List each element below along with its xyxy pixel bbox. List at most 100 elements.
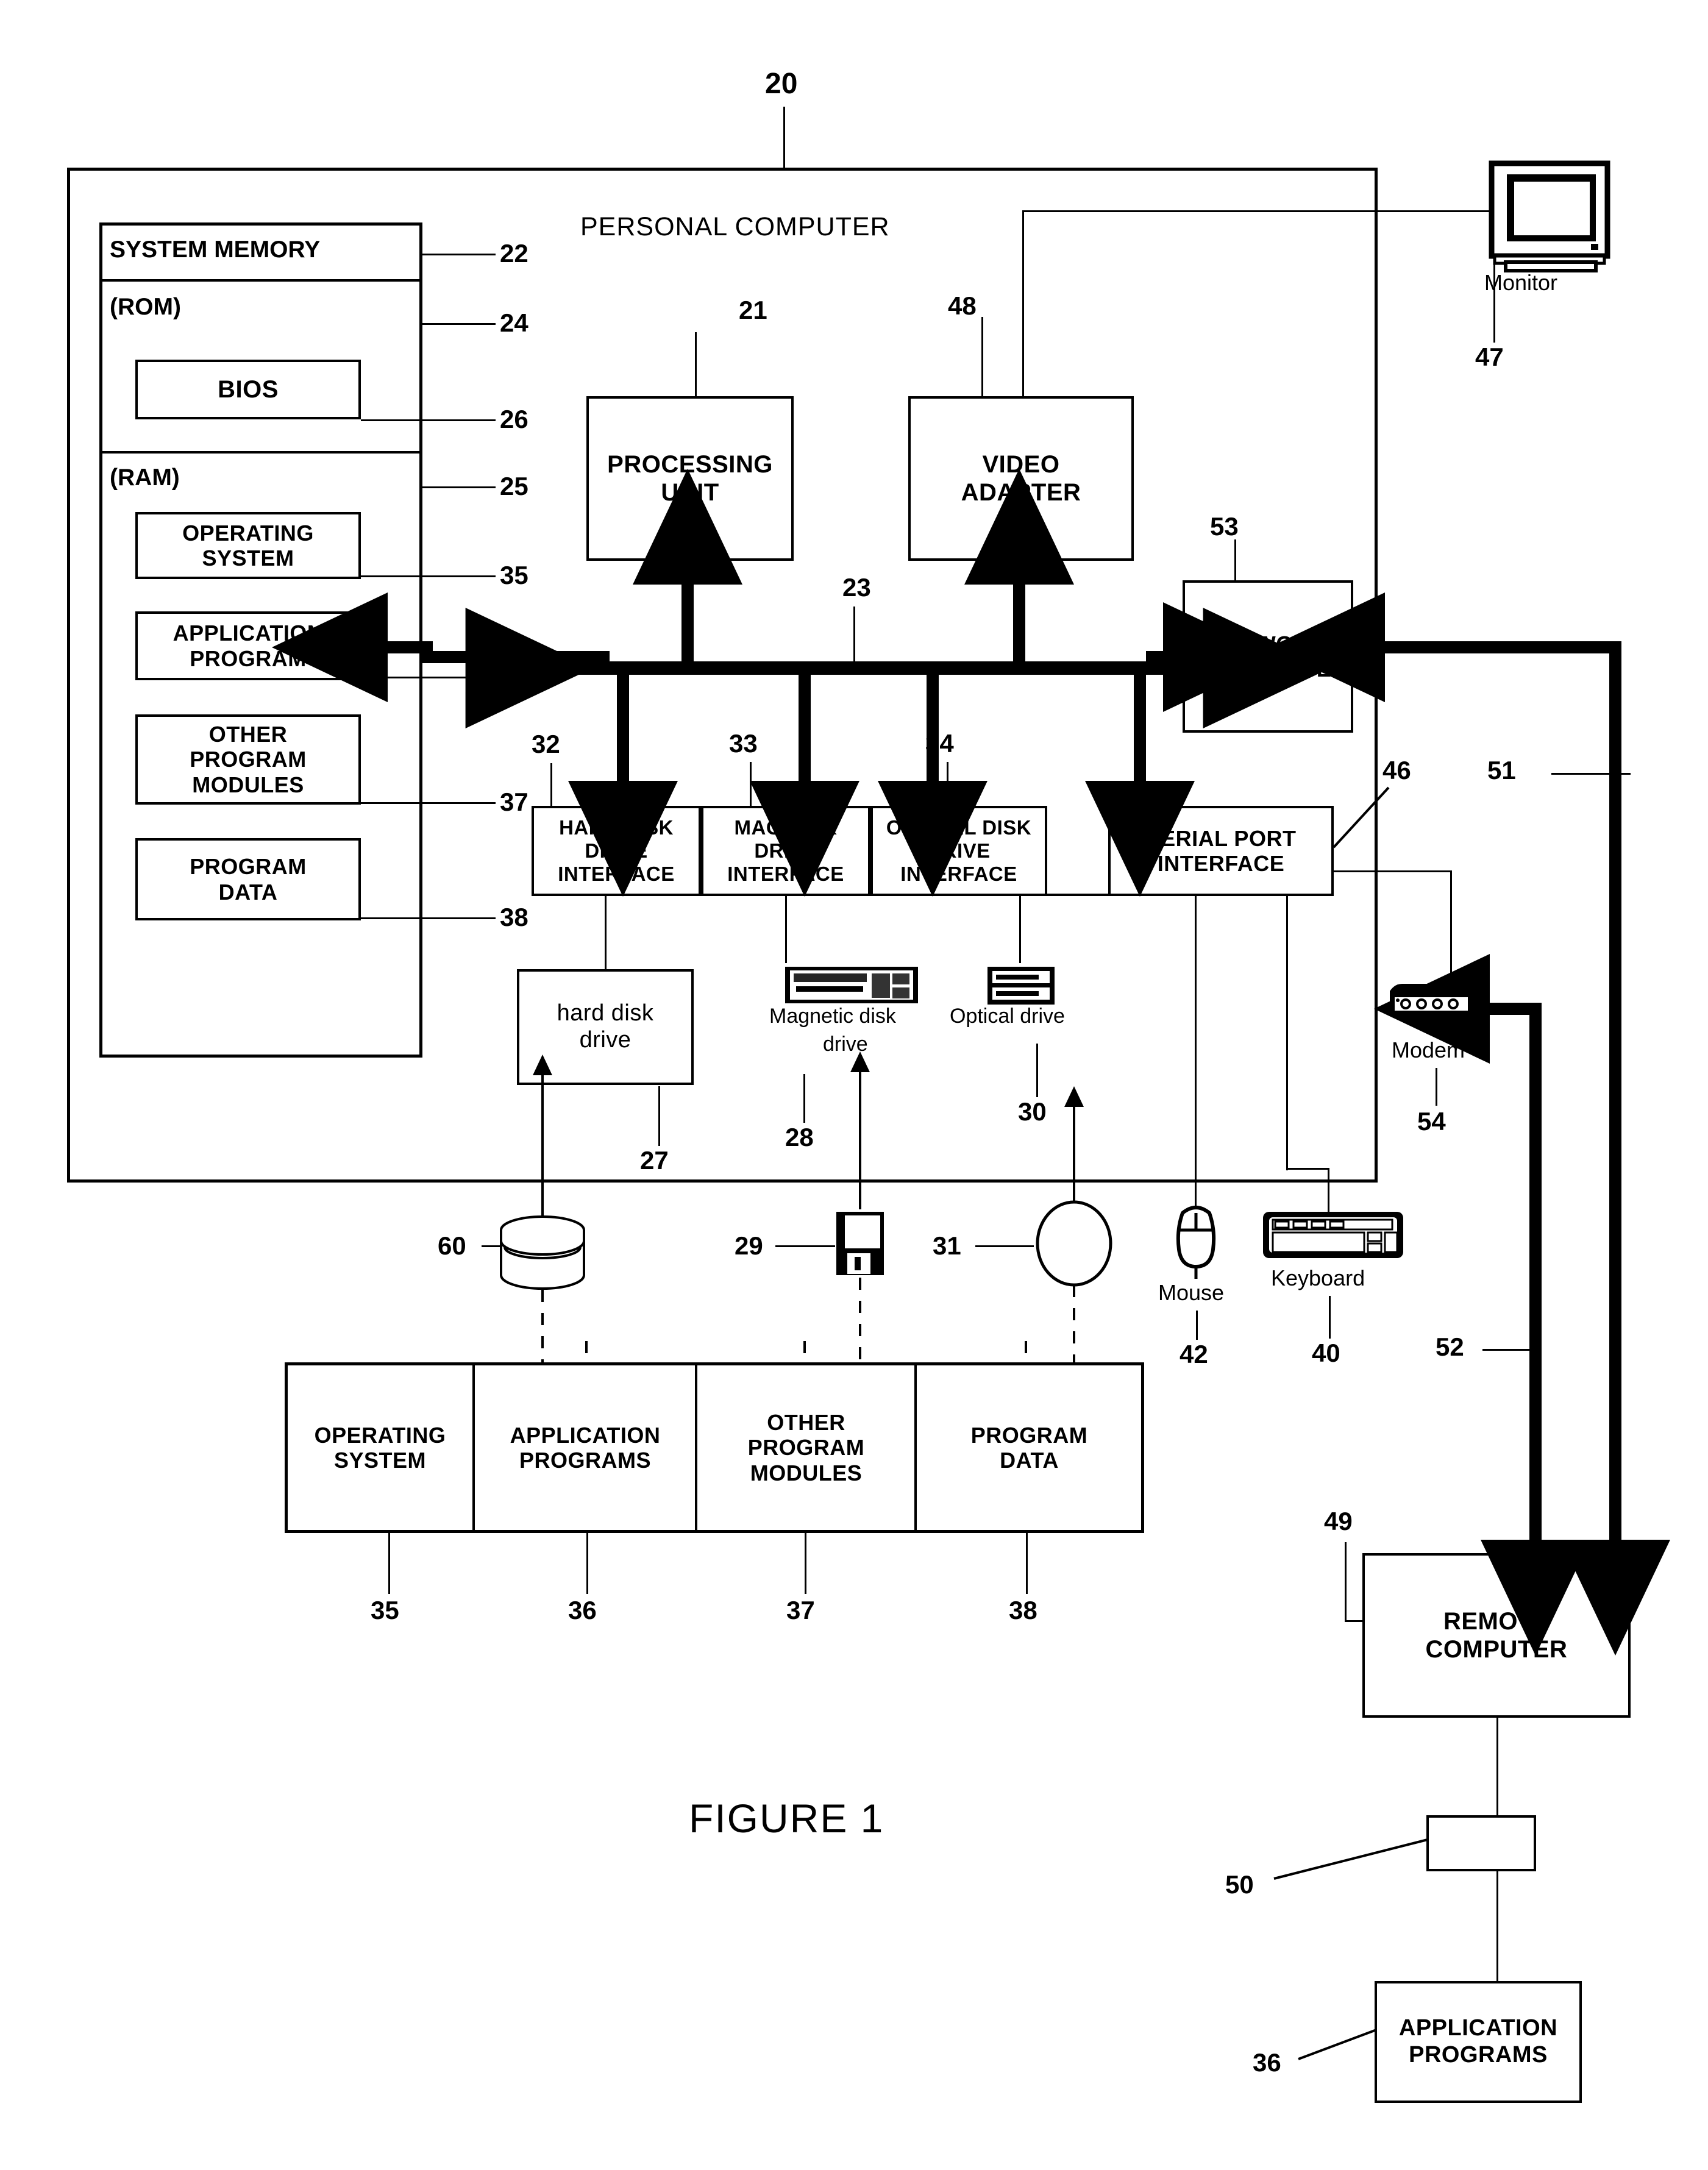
wan-link-to-network-interface <box>1269 592 1621 702</box>
leader-36-storage <box>586 1533 588 1594</box>
leader-35-storage <box>388 1533 390 1594</box>
leader-line-system-20 <box>783 107 785 169</box>
serial-to-modem-wire-v <box>1450 870 1452 992</box>
remote-application-programs-box: APPLICATION PROGRAMS <box>1375 1981 1582 2103</box>
lan-link-to-modem <box>1374 954 1542 1512</box>
ref-number-38-ram: 38 <box>500 903 528 931</box>
ref-number-51: 51 <box>1487 756 1516 784</box>
ref-number-24: 24 <box>500 308 528 337</box>
leader-51 <box>1551 773 1631 775</box>
leader-33 <box>750 762 752 806</box>
leader-54 <box>1436 1068 1437 1106</box>
ram-item-operating-system: OPERATING SYSTEM <box>135 512 361 579</box>
modem-icon <box>1390 984 1473 1014</box>
ram-item-program-data-line1: PROGRAM <box>190 854 307 880</box>
mdd-interface-line2: DRIVE <box>754 839 817 863</box>
leader-48 <box>981 317 983 396</box>
magnetic-disk-drive-label-line1: Magnetic disk <box>769 1005 896 1028</box>
processing-unit-box: PROCESSING UNIT <box>586 396 794 561</box>
serial-to-keyboard-wire-h <box>1286 1168 1329 1170</box>
storage-cell-application-programs: APPLICATION PROGRAMS <box>475 1365 695 1530</box>
ref-number-22: 22 <box>500 239 528 268</box>
leader-37-ram <box>361 802 496 804</box>
ram-item-other-program-modules: OTHER PROGRAM MODULES <box>135 714 361 805</box>
storage-cell-1-line2: PROGRAMS <box>519 1448 651 1473</box>
leader-47 <box>1493 247 1495 343</box>
odd-interface-line3: INTERFACE <box>900 862 1017 885</box>
patent-figure-canvas: 20 PERSONAL COMPUTER SYSTEM MEMORY 22 (R… <box>0 0 1708 2170</box>
storage-row-divider-3 <box>914 1362 917 1533</box>
hdd-interface-line3: INTERFACE <box>558 862 675 885</box>
hdd-interface-line2: DRIVE <box>585 839 648 863</box>
ram-label: (RAM) <box>110 464 180 491</box>
leader-34 <box>947 762 948 806</box>
serial-port-interface-box: SERIAL PORT INTERFACE <box>1108 806 1334 896</box>
leader-40 <box>1329 1296 1331 1339</box>
ref-number-21: 21 <box>739 296 767 324</box>
remote-apps-line2: PROGRAMS <box>1409 2042 1548 2068</box>
storage-cell-program-data: PROGRAM DATA <box>917 1365 1141 1530</box>
mdd-iface-to-drive-wire <box>785 896 787 963</box>
hdd-iface-to-hdd-wire <box>605 896 607 969</box>
ref-number-37-storage: 37 <box>786 1596 815 1624</box>
ref-number-50: 50 <box>1225 1870 1254 1899</box>
leader-30 <box>1036 1044 1038 1097</box>
keyboard-icon <box>1263 1212 1403 1258</box>
leader-32 <box>550 763 552 806</box>
ram-item-program-data: PROGRAM DATA <box>135 838 361 920</box>
processing-unit-line2: UNIT <box>661 479 719 506</box>
ref-number-60: 60 <box>438 1231 466 1260</box>
mdd-interface-line1: MAG DISK <box>734 816 838 839</box>
remote-to-memory-wire <box>1496 1718 1498 1815</box>
storage-row-divider-2 <box>695 1362 697 1533</box>
leader-31 <box>975 1245 1034 1247</box>
page-title: PERSONAL COMPUTER <box>580 212 890 241</box>
network-interface-box: NETWORK INTERFACE <box>1183 580 1353 733</box>
ram-item-application-program-line1: APPLICATION <box>173 621 324 646</box>
storage-cell-0-line1: OPERATING <box>314 1422 446 1448</box>
storage-row-divider-1 <box>472 1362 475 1533</box>
leader-27 <box>658 1086 660 1146</box>
storage-cell-2-line2: PROGRAM <box>747 1435 865 1460</box>
ram-item-other-program-modules-line3: MODULES <box>192 772 304 797</box>
ref-number-23: 23 <box>842 573 871 602</box>
ref-number-37-ram: 37 <box>500 788 528 816</box>
bios-box: BIOS <box>135 360 361 419</box>
optical-drive-label: Optical drive <box>950 1005 1065 1028</box>
ref-number-31: 31 <box>933 1231 961 1260</box>
network-interface-line1: NETWORK <box>1210 631 1326 656</box>
leader-28 <box>803 1074 805 1123</box>
ref-number-38-storage: 38 <box>1009 1596 1037 1624</box>
ref-number-49: 49 <box>1324 1507 1353 1535</box>
odd-iface-to-drive-wire <box>1019 896 1021 963</box>
ram-item-program-data-line2: DATA <box>218 879 278 905</box>
ref-number-54: 54 <box>1417 1107 1446 1136</box>
mag-disk-drive-interface-box: MAG DISK DRIVE INTERFACE <box>701 806 870 896</box>
storage-cell-3-line1: PROGRAM <box>970 1422 1088 1448</box>
storage-cell-other-program-modules: OTHER PROGRAM MODULES <box>698 1365 914 1530</box>
hard-disk-drive-line1: hard disk <box>557 1000 654 1026</box>
leader-60 <box>482 1245 543 1247</box>
storage-cell-1-line1: APPLICATION <box>510 1422 661 1448</box>
storage-cell-operating-system: OPERATING SYSTEM <box>288 1365 472 1530</box>
leader-38-storage <box>1026 1533 1028 1594</box>
leader-29 <box>775 1245 835 1247</box>
system-memory-header-divider <box>99 279 422 282</box>
optical-disk-drive-interface-box: OPTICAL DISK DRIVE INTERFACE <box>870 806 1047 896</box>
serial-port-interface-line2: INTERFACE <box>1157 851 1285 876</box>
remote-computer-line2: COMPUTER <box>1425 1636 1568 1663</box>
leader-26 <box>361 419 496 421</box>
serial-port-interface-line1: SERIAL PORT <box>1145 825 1297 851</box>
ref-number-48: 48 <box>948 291 977 320</box>
ref-number-33: 33 <box>729 729 758 758</box>
leader-49-h <box>1345 1620 1363 1622</box>
leader-36-remote-diagonal <box>1298 2029 1377 2060</box>
leader-23 <box>853 607 855 664</box>
figure-caption: FIGURE 1 <box>689 1796 884 1841</box>
storage-cell-2-line3: MODULES <box>750 1460 863 1485</box>
ref-number-30: 30 <box>1018 1097 1047 1126</box>
odd-interface-line2: DRIVE <box>927 839 991 863</box>
ref-number-27: 27 <box>640 1146 669 1175</box>
ref-number-34: 34 <box>925 729 954 758</box>
ref-number-26: 26 <box>500 405 528 433</box>
